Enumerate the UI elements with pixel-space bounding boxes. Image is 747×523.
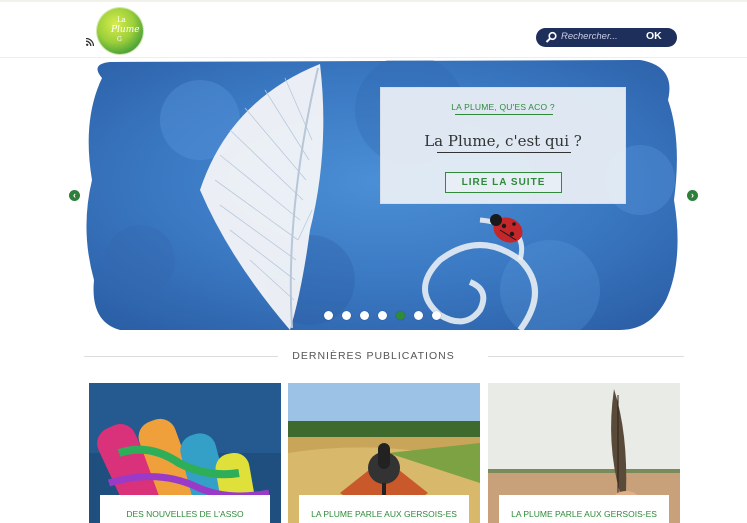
rss-icon[interactable] xyxy=(86,38,94,46)
page: La Plume G Rechercher... OK LA PLUME, QU… xyxy=(0,0,747,523)
slide-dot-4[interactable] xyxy=(378,311,387,320)
slide-dot-1[interactable] xyxy=(324,311,333,320)
post-card-2[interactable]: LA PLUME PARLE AUX GERSOIS-ES xyxy=(288,383,480,523)
post-caption-3[interactable]: LA PLUME PARLE AUX GERSOIS-ES xyxy=(499,495,669,523)
title-underline xyxy=(437,152,571,153)
search-input[interactable]: Rechercher... xyxy=(561,31,618,42)
slide-dot-6[interactable] xyxy=(414,311,423,320)
slide-dot-7[interactable] xyxy=(432,311,441,320)
section-title: DERNIÈRES PUBLICATIONS xyxy=(292,350,455,362)
post-caption-2[interactable]: LA PLUME PARLE AUX GERSOIS-ES xyxy=(299,495,469,523)
search-icon xyxy=(545,31,557,43)
site-header: La Plume G Rechercher... OK xyxy=(0,2,747,58)
slide-dot-5[interactable] xyxy=(396,311,405,320)
hero-title[interactable]: La Plume, c'est qui ? xyxy=(381,132,625,150)
hero-slider: LA PLUME, QU'ES ACO ? La Plume, c'est qu… xyxy=(80,60,684,330)
search-submit-button[interactable]: OK xyxy=(646,30,662,42)
post-card-1[interactable]: DES NOUVELLES DE L'ASSO xyxy=(89,383,281,523)
slider-next-arrow-icon[interactable]: › xyxy=(687,190,698,201)
logo-text-3: G xyxy=(117,36,122,43)
slide-dot-3[interactable] xyxy=(360,311,369,320)
logo-text-1: La xyxy=(117,16,126,24)
search-bar[interactable]: Rechercher... OK xyxy=(536,28,677,47)
read-more-button[interactable]: LIRE LA SUITE xyxy=(445,172,562,193)
hero-card: LA PLUME, QU'ES ACO ? La Plume, c'est qu… xyxy=(380,87,626,204)
slider-prev-arrow-icon[interactable]: ‹ xyxy=(69,190,80,201)
slide-dot-2[interactable] xyxy=(342,311,351,320)
site-logo[interactable]: La Plume G xyxy=(97,8,143,54)
post-caption-1[interactable]: DES NOUVELLES DE L'ASSO xyxy=(100,495,270,523)
logo-text-2: Plume xyxy=(111,25,140,35)
post-card-3[interactable]: LA PLUME PARLE AUX GERSOIS-ES xyxy=(488,383,680,523)
hero-kicker-link[interactable]: LA PLUME, QU'ES ACO ? xyxy=(381,102,625,112)
kicker-underline xyxy=(455,114,553,115)
slider-pagination xyxy=(324,311,441,321)
